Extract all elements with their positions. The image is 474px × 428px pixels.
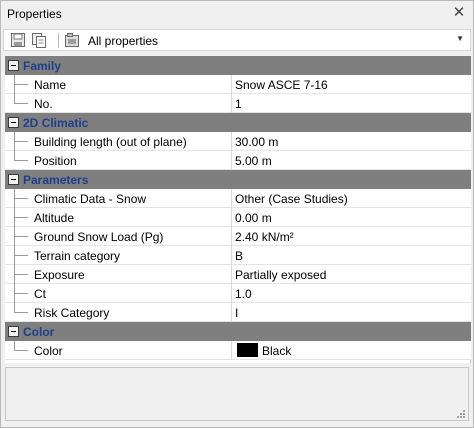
property-row-ground-snow-load[interactable]: Ground Snow Load (Pg) 2.40 kN/m² bbox=[5, 227, 471, 246]
toolbar-separator bbox=[58, 33, 59, 48]
property-row-building-length[interactable]: Building length (out of plane) 30.00 m bbox=[5, 132, 471, 151]
property-name: Altitude bbox=[34, 211, 75, 225]
category-color[interactable]: Color bbox=[5, 322, 471, 341]
tree-line bbox=[14, 236, 28, 237]
column-divider bbox=[231, 189, 232, 208]
collapse-icon[interactable] bbox=[8, 117, 19, 128]
property-name: Position bbox=[34, 154, 77, 168]
property-name: Risk Category bbox=[34, 306, 110, 320]
category-label: Parameters bbox=[23, 173, 89, 187]
property-name: Climatic Data - Snow bbox=[34, 192, 147, 206]
tree-line bbox=[14, 255, 28, 256]
column-divider bbox=[231, 132, 232, 151]
property-filter-icon[interactable] bbox=[64, 32, 80, 48]
column-divider bbox=[231, 284, 232, 303]
property-value[interactable]: I bbox=[235, 306, 238, 320]
property-name: Exposure bbox=[34, 268, 85, 282]
category-label: 2D Climatic bbox=[23, 116, 89, 130]
property-value[interactable]: 5.00 m bbox=[235, 154, 272, 168]
property-filter-label[interactable]: All properties bbox=[88, 34, 158, 48]
save-icon[interactable] bbox=[10, 32, 26, 48]
category-family[interactable]: Family bbox=[5, 56, 471, 75]
panel-title: Properties bbox=[7, 7, 62, 21]
property-row-terrain-category[interactable]: Terrain category B bbox=[5, 246, 471, 265]
property-name: No. bbox=[34, 97, 53, 111]
tree-line bbox=[14, 103, 28, 104]
property-value[interactable]: 2.40 kN/m² bbox=[235, 230, 294, 244]
column-divider bbox=[231, 94, 232, 113]
description-pane bbox=[5, 367, 469, 421]
property-name: Ground Snow Load (Pg) bbox=[34, 230, 164, 244]
property-row-ct[interactable]: Ct 1.0 bbox=[5, 284, 471, 303]
collapse-icon[interactable] bbox=[8, 60, 19, 71]
column-divider bbox=[231, 75, 232, 94]
property-value[interactable]: Other (Case Studies) bbox=[235, 192, 348, 206]
column-divider bbox=[231, 246, 232, 265]
collapse-icon[interactable] bbox=[8, 326, 19, 337]
chevron-down-icon[interactable]: ▼ bbox=[456, 34, 464, 43]
tree-line bbox=[14, 293, 28, 294]
tree-line bbox=[14, 312, 28, 313]
property-value[interactable]: Snow ASCE 7-16 bbox=[235, 78, 328, 92]
property-value[interactable]: 1.0 bbox=[235, 287, 252, 301]
property-row-no[interactable]: No. 1 bbox=[5, 94, 471, 113]
resize-grip-icon[interactable] bbox=[456, 408, 466, 418]
property-name: Ct bbox=[34, 287, 46, 301]
collapse-icon[interactable] bbox=[8, 174, 19, 185]
property-value[interactable]: 30.00 m bbox=[235, 135, 278, 149]
column-divider bbox=[231, 341, 232, 360]
property-value[interactable]: Black bbox=[262, 344, 291, 358]
tree-line bbox=[14, 274, 28, 275]
category-label: Family bbox=[23, 59, 62, 73]
property-row-altitude[interactable]: Altitude 0.00 m bbox=[5, 208, 471, 227]
column-divider bbox=[231, 265, 232, 284]
tree-line bbox=[14, 350, 28, 351]
property-row-name[interactable]: Name Snow ASCE 7-16 bbox=[5, 75, 471, 94]
toolbar: All properties ▼ bbox=[3, 29, 471, 51]
close-icon[interactable]: ✕ bbox=[451, 4, 467, 22]
property-grid: Family Name Snow ASCE 7-16 No. 1 2D Clim… bbox=[5, 56, 471, 363]
category-2d-climatic[interactable]: 2D Climatic bbox=[5, 113, 471, 132]
property-value[interactable]: 0.00 m bbox=[235, 211, 272, 225]
property-value[interactable]: 1 bbox=[235, 97, 242, 111]
tree-line bbox=[14, 217, 28, 218]
property-row-climatic-data[interactable]: Climatic Data - Snow Other (Case Studies… bbox=[5, 189, 471, 208]
property-name: Building length (out of plane) bbox=[34, 135, 187, 149]
tree-line bbox=[14, 198, 28, 199]
property-row-color[interactable]: Color Black bbox=[5, 341, 471, 360]
property-value[interactable]: B bbox=[235, 249, 243, 263]
column-divider bbox=[231, 303, 232, 322]
tree-line bbox=[14, 141, 28, 142]
color-swatch[interactable] bbox=[237, 343, 258, 357]
category-parameters[interactable]: Parameters bbox=[5, 170, 471, 189]
property-name: Color bbox=[34, 344, 63, 358]
property-row-risk-category[interactable]: Risk Category I bbox=[5, 303, 471, 322]
title-bar: Properties ✕ bbox=[1, 1, 473, 27]
column-divider bbox=[231, 227, 232, 246]
property-value[interactable]: Partially exposed bbox=[235, 268, 326, 282]
property-row-position[interactable]: Position 5.00 m bbox=[5, 151, 471, 170]
property-name: Terrain category bbox=[34, 249, 121, 263]
column-divider bbox=[231, 151, 232, 170]
category-label: Color bbox=[23, 325, 55, 339]
property-row-exposure[interactable]: Exposure Partially exposed bbox=[5, 265, 471, 284]
property-name: Name bbox=[34, 78, 67, 92]
column-divider bbox=[231, 208, 232, 227]
tree-line bbox=[14, 84, 28, 85]
tree-line bbox=[14, 160, 28, 161]
properties-panel: Properties ✕ All properties ▼ Family Nam… bbox=[0, 0, 474, 428]
copy-properties-icon[interactable] bbox=[31, 32, 47, 48]
